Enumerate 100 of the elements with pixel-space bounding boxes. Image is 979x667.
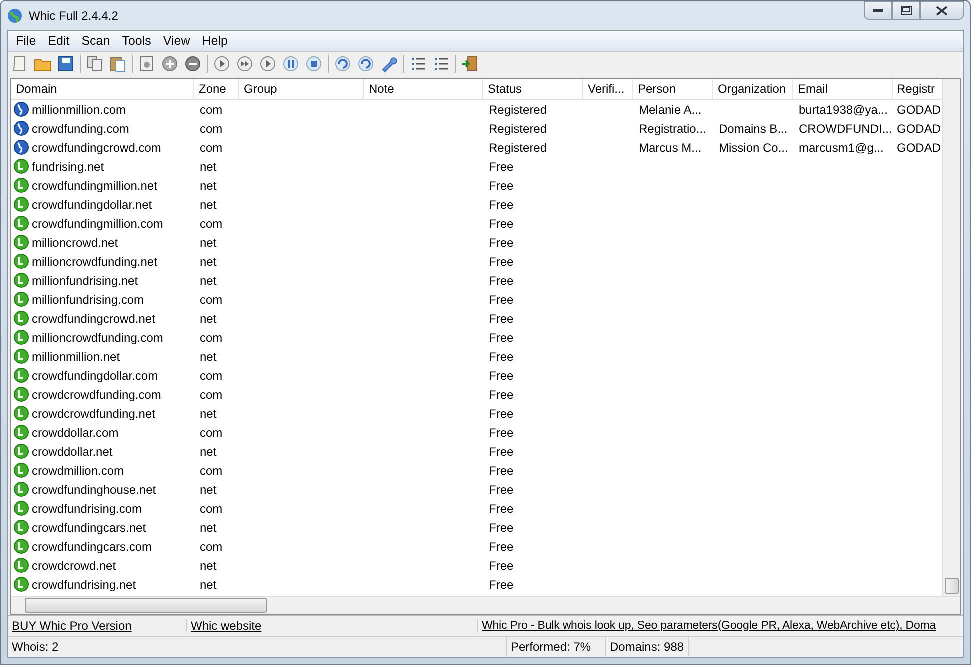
list-icon[interactable] bbox=[409, 55, 427, 73]
table-cell-text: com bbox=[199, 102, 224, 116]
minimize-icon bbox=[873, 8, 883, 12]
column-header[interactable]: Organization bbox=[713, 79, 793, 99]
copy-icon[interactable] bbox=[86, 55, 104, 73]
stop-icon[interactable] bbox=[305, 55, 323, 73]
menu-item[interactable]: View bbox=[157, 34, 196, 48]
column-header[interactable]: Group bbox=[239, 79, 364, 99]
domain-name: crowdfundingdollar.com bbox=[32, 368, 158, 382]
table-cell-text: Registered bbox=[488, 140, 548, 154]
menu-item[interactable]: File bbox=[10, 34, 42, 48]
domain-name: crowdfundrising.net bbox=[32, 578, 136, 592]
refresh-icon[interactable] bbox=[334, 55, 352, 73]
maximize-icon bbox=[900, 6, 912, 15]
table-cell-text: net bbox=[199, 520, 218, 534]
table-cell-text: burta1938@ya... bbox=[798, 102, 889, 116]
play-icon[interactable] bbox=[259, 55, 277, 73]
table-cell-text: net bbox=[199, 198, 218, 212]
table-cell-text: Free bbox=[488, 520, 515, 534]
domain-name: crowdfundingmillion.com bbox=[32, 216, 164, 230]
pause-icon[interactable] bbox=[282, 55, 300, 73]
domain-name: crowdfundingmillion.net bbox=[32, 178, 158, 192]
link[interactable]: Whic website bbox=[187, 619, 478, 633]
status-text: Performed: 7% bbox=[507, 637, 606, 657]
table-cell-text: Free bbox=[488, 160, 515, 174]
horizontal-scrollbar[interactable] bbox=[11, 596, 960, 614]
table-cell-text: com bbox=[199, 368, 224, 382]
table-cell-text: Free bbox=[488, 178, 515, 192]
add-icon[interactable] bbox=[161, 55, 179, 73]
table-cell-text: Free bbox=[488, 388, 515, 402]
minimize-button[interactable] bbox=[864, 1, 892, 20]
domain-name: crowdfundingcars.net bbox=[32, 520, 146, 534]
column-header[interactable]: Domain bbox=[11, 79, 194, 99]
table-cell-text: com bbox=[199, 122, 224, 136]
table-cell-text: net bbox=[199, 350, 218, 364]
table-cell-text: GODAD bbox=[896, 122, 942, 136]
remove-icon[interactable] bbox=[184, 55, 202, 73]
table-cell-text: Free bbox=[488, 406, 515, 420]
menu-item[interactable]: Edit bbox=[42, 34, 76, 48]
domain-name: crowdfunding.com bbox=[32, 122, 130, 136]
table-cell-text: Free bbox=[488, 216, 515, 230]
column-header[interactable]: Person bbox=[633, 79, 713, 99]
table-cell-text: Registered bbox=[488, 122, 548, 136]
domain-name: crowdcrowdfunding.com bbox=[32, 388, 162, 402]
table-cell-text: net bbox=[199, 444, 218, 458]
vertical-scrollbar[interactable] bbox=[942, 79, 960, 596]
column-header[interactable]: Zone bbox=[194, 79, 239, 99]
forward-icon[interactable] bbox=[236, 55, 254, 73]
status-text: Whois: 2 bbox=[8, 637, 507, 657]
play-icon[interactable] bbox=[213, 55, 231, 73]
domain-name: millioncrowd.net bbox=[32, 236, 118, 250]
domain-name: crowdfundrising.com bbox=[32, 502, 142, 516]
table-cell-text: com bbox=[199, 464, 224, 478]
table-cell-text: Free bbox=[488, 292, 515, 306]
close-button[interactable] bbox=[920, 1, 964, 20]
column-header[interactable]: Email bbox=[793, 79, 893, 99]
column-header[interactable]: Verifi... bbox=[583, 79, 633, 99]
wrench-icon[interactable] bbox=[380, 55, 398, 73]
maximize-button[interactable] bbox=[892, 1, 920, 20]
table-cell-text: Mission Co... bbox=[718, 140, 790, 154]
paste-icon[interactable] bbox=[109, 55, 127, 73]
domain-name: millioncrowdfunding.com bbox=[32, 330, 164, 344]
scan-icon[interactable] bbox=[138, 55, 156, 73]
globe-icon bbox=[14, 102, 29, 117]
table-cell-text: Free bbox=[488, 540, 515, 554]
table-cell-text: Free bbox=[488, 198, 515, 212]
window-title: Whic Full 2.4.4.2 bbox=[29, 8, 118, 22]
domain-name: millionmillion.com bbox=[32, 102, 126, 116]
table-cell-text: com bbox=[199, 216, 224, 230]
domain-name: millionfundrising.net bbox=[32, 274, 138, 288]
link[interactable]: BUY Whic Pro Version bbox=[8, 619, 187, 633]
list-icon[interactable] bbox=[432, 55, 450, 73]
exit-icon[interactable] bbox=[461, 55, 479, 73]
menu-item[interactable]: Help bbox=[196, 34, 234, 48]
status-text: Domains: 988 bbox=[606, 637, 690, 657]
table-cell-text: com bbox=[199, 540, 224, 554]
table-cell-text: Free bbox=[488, 482, 515, 496]
domain-name: crowddollar.net bbox=[32, 444, 113, 458]
table-cell-text: net bbox=[199, 482, 218, 496]
save-icon[interactable] bbox=[57, 55, 75, 73]
domain-name: crowdfundingcrowd.net bbox=[32, 312, 156, 326]
table-cell-text: net bbox=[199, 236, 218, 250]
column-header[interactable]: Status bbox=[483, 79, 583, 99]
link[interactable]: Whic Pro - Bulk whois look up, Seo parameters(Google PR, Alexa, WebArchive etc), Doma bbox=[478, 620, 963, 632]
refresh-icon[interactable] bbox=[357, 55, 375, 73]
domain-name: crowdfundinghouse.net bbox=[32, 482, 156, 496]
table-cell-text: net bbox=[199, 406, 218, 420]
table-cell-text: Marcus M... bbox=[638, 140, 703, 154]
table-cell-text: com bbox=[199, 330, 224, 344]
menu-item[interactable]: Scan bbox=[76, 34, 116, 48]
table-cell-text: GODAD bbox=[896, 102, 942, 116]
domain-name: millionfundrising.com bbox=[32, 292, 144, 306]
table-cell-text: Free bbox=[488, 274, 515, 288]
table-cell-text: Free bbox=[488, 236, 515, 250]
table-cell-text: com bbox=[199, 388, 224, 402]
table-cell-text: Melanie A... bbox=[638, 102, 703, 116]
column-header[interactable]: Note bbox=[364, 79, 483, 99]
domain-name: crowdcrowdfunding.net bbox=[32, 406, 156, 420]
table-cell-text: GODAD bbox=[896, 140, 942, 154]
menu-item[interactable]: Tools bbox=[116, 34, 158, 48]
